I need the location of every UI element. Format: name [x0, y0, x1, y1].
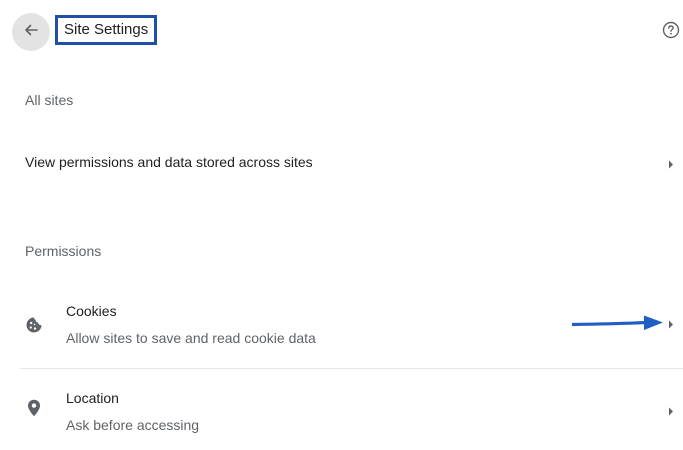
chevron-right-icon: [666, 319, 676, 329]
back-button[interactable]: [12, 13, 50, 51]
view-permissions-row[interactable]: View permissions and data stored across …: [0, 142, 683, 184]
location-label: Location: [66, 390, 119, 406]
page-title: Site Settings: [55, 15, 158, 45]
divider: [20, 368, 683, 369]
cookies-description: Allow sites to save and read cookie data: [66, 330, 316, 346]
cookie-icon: [25, 316, 43, 334]
location-pin-icon: [25, 399, 43, 417]
arrow-left-icon: [23, 22, 39, 43]
permission-item-location[interactable]: Location Ask before accessing: [0, 378, 683, 444]
help-circle-icon: [662, 21, 680, 44]
annotation-arrow-icon: [570, 313, 664, 333]
location-description: Ask before accessing: [66, 417, 200, 433]
site-settings-page: Site Settings All sites View permissions…: [0, 0, 683, 450]
permissions-heading: Permissions: [25, 243, 102, 259]
cookies-label: Cookies: [66, 303, 117, 319]
all-sites-heading: All sites: [25, 92, 74, 108]
chevron-right-icon: [666, 406, 676, 416]
chevron-right-icon: [666, 159, 676, 169]
view-permissions-label: View permissions and data stored across …: [25, 154, 313, 170]
help-button[interactable]: [661, 21, 681, 44]
